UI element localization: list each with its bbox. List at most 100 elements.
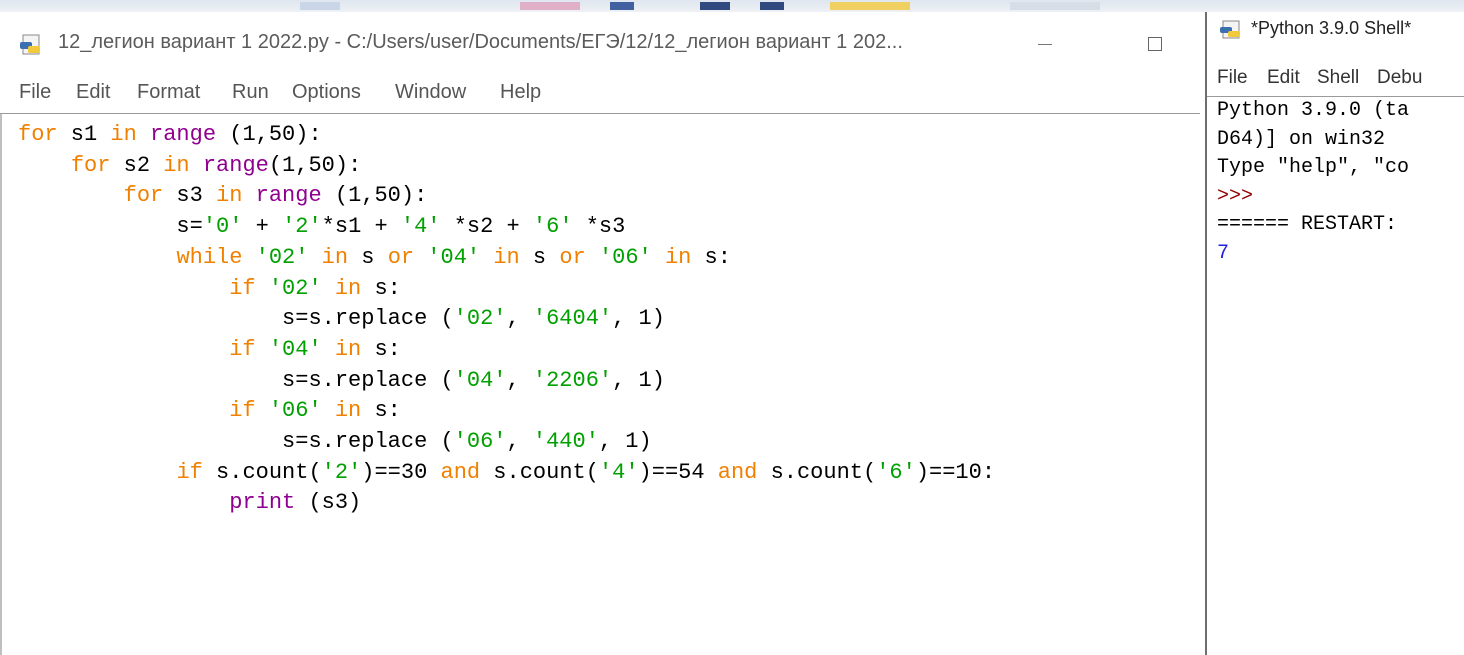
minimize-icon <box>1038 44 1052 45</box>
shell-line: Python 3.9.0 (ta <box>1217 99 1410 122</box>
code-token: s: <box>361 398 401 424</box>
menu-help[interactable]: Help <box>500 81 541 104</box>
code-token: (1,50): <box>216 122 322 147</box>
code-token: in <box>334 336 362 362</box>
shell-line: D64)] on win32 <box>1217 127 1386 151</box>
code-token: , 1) <box>598 429 652 454</box>
code-line: for s1 in range (1,50): <box>18 122 322 152</box>
code-token: , 1) <box>612 306 665 332</box>
code-token: in <box>216 183 243 209</box>
code-token: while <box>176 244 243 270</box>
code-token: for <box>70 152 111 178</box>
strip-block <box>760 2 784 10</box>
shell-menu-edit[interactable]: Edit <box>1267 67 1300 89</box>
shell-prompt: >>> <box>1217 184 1254 208</box>
code-token: in <box>334 398 362 424</box>
code-token: '4' <box>400 214 441 240</box>
code-token: and <box>440 459 481 485</box>
code-token: s= <box>18 214 203 240</box>
code-token: or <box>559 244 586 270</box>
shell-menu-shell[interactable]: Shell <box>1317 67 1359 89</box>
code-token: in <box>334 275 362 301</box>
code-token: '06' <box>268 398 322 424</box>
code-token: s.count( <box>757 459 877 485</box>
menu-window[interactable]: Window <box>395 81 466 104</box>
code-token: '04' <box>453 367 507 393</box>
idle-editor-window: 12_легион вариант 1 2022.py - C:/Users/u… <box>0 12 1207 655</box>
editor-title: 12_легион вариант 1 2022.py - C:/Users/u… <box>58 31 903 53</box>
code-line: s=s.replace ('02', '6404', 1) <box>18 306 665 336</box>
code-token: , <box>506 306 533 332</box>
shell-output[interactable]: Python 3.9.0 (ta D64)] on win32 Type "help… <box>1207 97 1464 655</box>
menu-format[interactable]: Format <box>137 81 200 104</box>
code-line: print (s3) <box>18 490 361 520</box>
code-line: while '02' in s or '04' in s or '06' in … <box>18 245 731 275</box>
code-token: *s1 + <box>321 214 401 240</box>
code-line: for s3 in range (1,50): <box>18 183 428 213</box>
python-file-icon <box>20 34 40 55</box>
code-token: s3 <box>163 183 217 209</box>
shell-program-output: 7 <box>1217 241 1230 265</box>
code-token: '02' <box>255 244 309 270</box>
code-token: , <box>506 367 533 393</box>
code-token: )==10: <box>915 459 996 485</box>
code-token: (s3) <box>295 490 362 516</box>
code-token: , 1) <box>612 367 665 393</box>
code-token: '06' <box>453 429 507 454</box>
strip-block <box>300 2 340 10</box>
menu-file[interactable]: File <box>19 81 51 104</box>
code-token: '6' <box>876 459 916 485</box>
maximize-button[interactable] <box>1136 26 1176 62</box>
strip-block <box>700 2 730 10</box>
code-token: if <box>229 398 256 424</box>
menu-options[interactable]: Options <box>292 81 361 104</box>
code-token: '02' <box>453 306 507 332</box>
code-token: if <box>176 459 203 485</box>
code-token: s: <box>361 336 401 362</box>
code-token: '02' <box>268 275 322 301</box>
menu-run[interactable]: Run <box>232 81 269 104</box>
shell-menu-file[interactable]: File <box>1217 67 1248 89</box>
code-token: + <box>242 214 283 240</box>
python-shell-icon <box>1220 20 1240 39</box>
python-shell-window: *Python 3.9.0 Shell* File Edit Shell Deb… <box>1207 12 1464 655</box>
maximize-icon <box>1148 37 1162 51</box>
code-token: '04' <box>268 336 322 362</box>
code-line: if s.count('2')==30 and s.count('4')==54… <box>18 460 995 490</box>
code-token: range <box>202 152 269 178</box>
shell-menu-debug[interactable]: Debu <box>1377 67 1422 89</box>
code-editor[interactable]: for s1 in range (1,50): for s2 in range(… <box>0 114 1202 655</box>
background-window-strip <box>0 0 1464 12</box>
code-token: '06' <box>598 244 652 270</box>
code-token: in <box>664 244 692 270</box>
code-token: s1 <box>57 122 111 147</box>
code-token: range <box>255 183 322 209</box>
code-token: )==30 <box>361 459 441 485</box>
shell-title: *Python 3.9.0 Shell* <box>1251 18 1412 38</box>
editor-title-bar[interactable]: 12_легион вариант 1 2022.py - C:/Users/u… <box>0 12 1205 72</box>
shell-menu-bar: File Edit Shell Debu <box>1207 62 1464 96</box>
shell-title-bar[interactable]: *Python 3.9.0 Shell* <box>1207 12 1464 52</box>
strip-block <box>610 2 634 10</box>
code-token: s=s.replace ( <box>18 367 454 393</box>
menu-edit[interactable]: Edit <box>76 81 110 104</box>
minimize-button[interactable] <box>1026 26 1066 62</box>
code-token: or <box>387 244 415 270</box>
code-token: in <box>163 152 190 178</box>
code-token: '440' <box>532 429 599 454</box>
